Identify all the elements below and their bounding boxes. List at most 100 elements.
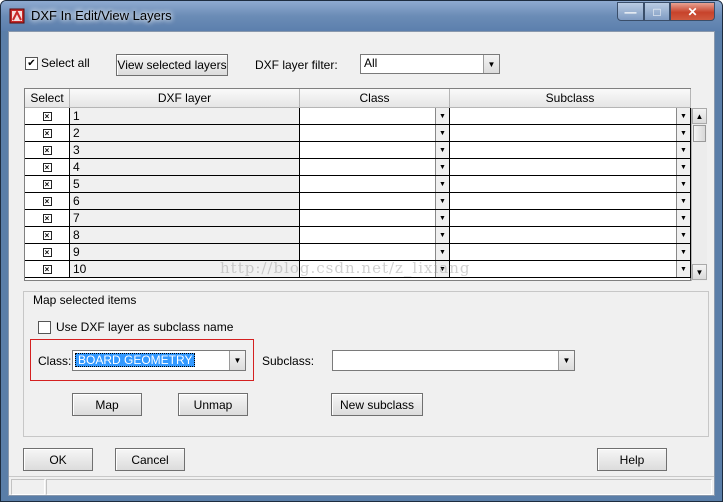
table-row[interactable]: × 7 ▼ ▼	[25, 210, 691, 227]
subclass-cell[interactable]: ▼	[450, 142, 691, 158]
selected-checkbox-icon[interactable]: ×	[42, 162, 52, 172]
chevron-down-icon[interactable]: ▼	[435, 159, 449, 175]
scroll-up-icon[interactable]: ▲	[692, 108, 707, 124]
chevron-down-icon[interactable]: ▼	[435, 210, 449, 226]
subclass-cell[interactable]: ▼	[450, 125, 691, 141]
chevron-down-icon[interactable]: ▼	[435, 108, 449, 124]
subclass-cell[interactable]: ▼	[450, 159, 691, 175]
map-button[interactable]: Map	[72, 393, 142, 416]
class-cell[interactable]: ▼	[300, 210, 450, 226]
chevron-down-icon[interactable]: ▼	[435, 244, 449, 260]
dxf-layer-filter-label: DXF layer filter:	[255, 58, 338, 72]
class-cell[interactable]: ▼	[300, 142, 450, 158]
select-all-checkbox[interactable]: ✔	[25, 57, 38, 70]
class-cell[interactable]: ▼	[300, 193, 450, 209]
row-select-cell[interactable]: ×	[25, 108, 70, 124]
chevron-down-icon[interactable]: ▼	[676, 142, 690, 158]
layer-grid: Select DXF layer Class Subclass × 1 ▼ ▼ × 2 ▼ ▼…	[24, 88, 707, 281]
class-cell[interactable]: ▼	[300, 159, 450, 175]
column-header-class[interactable]: Class	[300, 89, 450, 108]
class-cell[interactable]: ▼	[300, 227, 450, 243]
table-row[interactable]: × 1 ▼ ▼	[25, 108, 691, 125]
chevron-down-icon[interactable]: ▼	[435, 227, 449, 243]
new-subclass-button[interactable]: New subclass	[331, 393, 423, 416]
table-row[interactable]: × 3 ▼ ▼	[25, 142, 691, 159]
chevron-down-icon[interactable]: ▼	[483, 55, 499, 73]
selected-checkbox-icon[interactable]: ×	[42, 128, 52, 138]
chevron-down-icon[interactable]: ▼	[435, 193, 449, 209]
subclass-cell[interactable]: ▼	[450, 193, 691, 209]
maximize-icon: □	[653, 4, 661, 19]
row-select-cell[interactable]: ×	[25, 125, 70, 141]
class-cell[interactable]: ▼	[300, 108, 450, 124]
table-row[interactable]: × 2 ▼ ▼	[25, 125, 691, 142]
table-row[interactable]: × 10 ▼ ▼	[25, 261, 691, 278]
scroll-down-icon[interactable]: ▼	[692, 264, 707, 280]
table-row[interactable]: × 9 ▼ ▼	[25, 244, 691, 261]
subclass-cell[interactable]: ▼	[450, 244, 691, 260]
row-select-cell[interactable]: ×	[25, 176, 70, 192]
selected-checkbox-icon[interactable]: ×	[42, 264, 52, 274]
row-select-cell[interactable]: ×	[25, 142, 70, 158]
row-select-cell[interactable]: ×	[25, 227, 70, 243]
selected-checkbox-icon[interactable]: ×	[42, 230, 52, 240]
row-select-cell[interactable]: ×	[25, 244, 70, 260]
selected-checkbox-icon[interactable]: ×	[42, 179, 52, 189]
column-header-select[interactable]: Select	[25, 89, 70, 108]
subclass-cell[interactable]: ▼	[450, 108, 691, 124]
class-select[interactable]: BOARD GEOMETRY ▼	[72, 350, 246, 371]
column-header-dxf-layer[interactable]: DXF layer	[70, 89, 300, 108]
subclass-cell[interactable]: ▼	[450, 227, 691, 243]
grid-scrollbar[interactable]: ▲ ▼	[691, 108, 707, 281]
chevron-down-icon[interactable]: ▼	[676, 193, 690, 209]
subclass-select[interactable]: ▼	[332, 350, 575, 371]
chevron-down-icon[interactable]: ▼	[558, 351, 574, 370]
view-selected-layers-button[interactable]: View selected layers	[116, 54, 228, 76]
unmap-button[interactable]: Unmap	[178, 393, 248, 416]
maximize-button[interactable]: □	[644, 2, 670, 21]
dxf-layer-filter-select[interactable]: All ▼	[360, 54, 500, 74]
column-header-subclass[interactable]: Subclass	[450, 89, 691, 108]
chevron-down-icon[interactable]: ▼	[229, 351, 245, 370]
chevron-down-icon[interactable]: ▼	[676, 108, 690, 124]
table-row[interactable]: × 4 ▼ ▼	[25, 159, 691, 176]
title-bar[interactable]: DXF In Edit/View Layers — □ ✕	[1, 1, 722, 31]
ok-button[interactable]: OK	[23, 448, 93, 471]
chevron-down-icon[interactable]: ▼	[435, 142, 449, 158]
selected-checkbox-icon[interactable]: ×	[42, 145, 52, 155]
subclass-cell[interactable]: ▼	[450, 261, 691, 277]
scroll-thumb[interactable]	[693, 125, 706, 142]
cancel-button[interactable]: Cancel	[115, 448, 185, 471]
class-cell[interactable]: ▼	[300, 244, 450, 260]
row-select-cell[interactable]: ×	[25, 261, 70, 277]
row-select-cell[interactable]: ×	[25, 210, 70, 226]
chevron-down-icon[interactable]: ▼	[676, 244, 690, 260]
class-cell[interactable]: ▼	[300, 261, 450, 277]
table-row[interactable]: × 8 ▼ ▼	[25, 227, 691, 244]
chevron-down-icon[interactable]: ▼	[435, 125, 449, 141]
selected-checkbox-icon[interactable]: ×	[42, 196, 52, 206]
table-row[interactable]: × 5 ▼ ▼	[25, 176, 691, 193]
subclass-cell[interactable]: ▼	[450, 210, 691, 226]
minimize-button[interactable]: —	[617, 2, 644, 21]
row-select-cell[interactable]: ×	[25, 193, 70, 209]
chevron-down-icon[interactable]: ▼	[676, 176, 690, 192]
chevron-down-icon[interactable]: ▼	[676, 261, 690, 277]
row-select-cell[interactable]: ×	[25, 159, 70, 175]
chevron-down-icon[interactable]: ▼	[435, 176, 449, 192]
close-button[interactable]: ✕	[670, 2, 715, 21]
chevron-down-icon[interactable]: ▼	[676, 227, 690, 243]
table-row[interactable]: × 6 ▼ ▼	[25, 193, 691, 210]
use-dxf-layer-checkbox[interactable]	[38, 321, 51, 334]
subclass-cell[interactable]: ▼	[450, 176, 691, 192]
class-cell[interactable]: ▼	[300, 176, 450, 192]
chevron-down-icon[interactable]: ▼	[435, 261, 449, 277]
help-button[interactable]: Help	[597, 448, 667, 471]
selected-checkbox-icon[interactable]: ×	[42, 247, 52, 257]
chevron-down-icon[interactable]: ▼	[676, 210, 690, 226]
chevron-down-icon[interactable]: ▼	[676, 159, 690, 175]
selected-checkbox-icon[interactable]: ×	[42, 213, 52, 223]
class-cell[interactable]: ▼	[300, 125, 450, 141]
selected-checkbox-icon[interactable]: ×	[42, 111, 52, 121]
chevron-down-icon[interactable]: ▼	[676, 125, 690, 141]
